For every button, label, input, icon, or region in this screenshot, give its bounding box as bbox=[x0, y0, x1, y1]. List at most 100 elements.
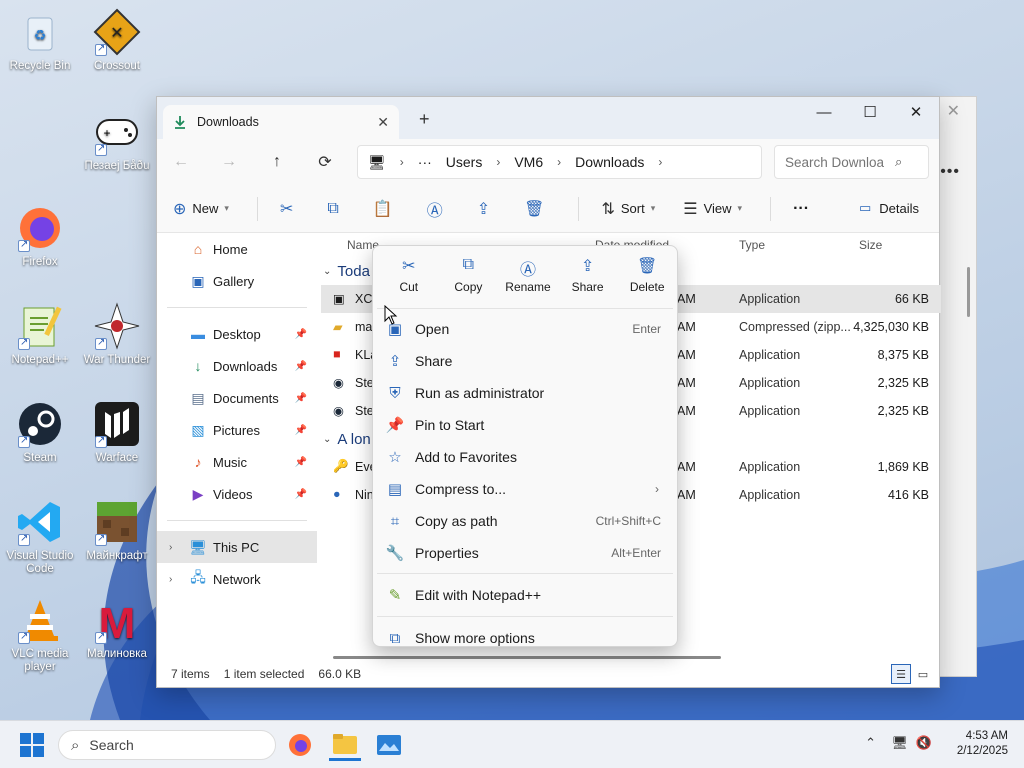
tiles-view-icon[interactable]: ▭ bbox=[913, 664, 933, 684]
more-icon[interactable]: ••• bbox=[940, 163, 960, 181]
pin-icon[interactable]: 📌 bbox=[295, 361, 307, 372]
desktop-icon-recycle-bin[interactable]: ♻ Recycle Bin bbox=[0, 8, 80, 73]
back-arrow-icon[interactable]: ← bbox=[157, 153, 205, 171]
chevron-right-icon[interactable]: › bbox=[169, 574, 172, 585]
horizontal-scrollbar[interactable] bbox=[333, 656, 721, 659]
desktop-icon-vscode[interactable]: Visual Studio Code bbox=[0, 498, 80, 576]
application-icon: 🔑 bbox=[333, 459, 349, 473]
minimize-button[interactable]: — bbox=[801, 97, 847, 127]
refresh-icon[interactable]: ⟳ bbox=[301, 152, 349, 172]
sidebar-item-pictures[interactable]: ▧ Pictures 📌 bbox=[157, 414, 317, 446]
taskbar-app[interactable] bbox=[373, 729, 405, 761]
taskbar-firefox[interactable] bbox=[284, 729, 316, 761]
view-button[interactable]: ☰ View ▾ bbox=[683, 199, 742, 219]
desktop-icon-war-thunder[interactable]: War Thunder bbox=[77, 302, 157, 367]
menu-item-compress-to[interactable]: ▤ Compress to... › bbox=[373, 473, 677, 505]
more-locations-icon[interactable]: ··· bbox=[418, 154, 432, 170]
sidebar-item-videos[interactable]: ▶ Videos 📌 bbox=[157, 478, 317, 510]
sidebar-item-network[interactable]: › 🖧 Network bbox=[157, 563, 317, 595]
search-box[interactable]: ⌕ bbox=[774, 145, 929, 179]
pin-icon[interactable]: 📌 bbox=[295, 393, 307, 404]
view-icon: ☰ bbox=[683, 200, 698, 218]
sort-button[interactable]: ⇅ Sort ▾ bbox=[601, 199, 655, 219]
close-tab-icon[interactable]: ✕ bbox=[377, 114, 389, 131]
desktop-icon-minecraft[interactable]: Майнкрафт bbox=[77, 498, 157, 563]
address-bar[interactable]: 🖥 › ··· Users › VM6 › Downloads › bbox=[357, 145, 762, 179]
sidebar-item-this-pc[interactable]: › 🖥 This PC bbox=[157, 531, 317, 563]
close-button[interactable]: ✕ bbox=[893, 97, 939, 127]
breadcrumb-users[interactable]: Users bbox=[446, 154, 483, 170]
menu-item-share[interactable]: ⇪ Share bbox=[373, 345, 677, 377]
sidebar-item-home[interactable]: ⌂ Home bbox=[157, 233, 317, 265]
pin-icon[interactable]: 📌 bbox=[295, 329, 307, 340]
cut-button[interactable]: ✂ bbox=[280, 199, 299, 219]
menu-item-add-to-favorites[interactable]: ☆ Add to Favorites bbox=[373, 441, 677, 473]
menu-item-edit-notepadpp[interactable]: ✎ Edit with Notepad++ bbox=[373, 578, 677, 612]
volume-muted-icon[interactable]: 🔇 bbox=[916, 735, 932, 751]
menu-item-properties[interactable]: 🔧 Properties Alt+Enter bbox=[373, 537, 677, 569]
context-cut-button[interactable]: ✂ Cut bbox=[379, 246, 439, 304]
desktop-icon-warface[interactable]: Warface bbox=[77, 400, 157, 465]
application-icon: ▣ bbox=[333, 292, 345, 306]
start-button[interactable] bbox=[20, 733, 44, 757]
context-delete-button[interactable]: 🗑 Delete bbox=[617, 246, 677, 304]
desktop-icon-vlc[interactable]: VLC media player bbox=[0, 596, 80, 674]
desktop-icon-crossout[interactable]: ✕ Crossout bbox=[77, 8, 157, 73]
paste-button[interactable]: 📋 bbox=[373, 199, 399, 219]
details-view-icon[interactable]: ☰ bbox=[891, 664, 911, 684]
taskbar-file-explorer[interactable] bbox=[329, 729, 361, 761]
desktop-icon-steam[interactable]: Steam bbox=[0, 400, 80, 465]
context-copy-button[interactable]: ⧉ Copy bbox=[439, 246, 499, 304]
scrollbar[interactable] bbox=[967, 267, 970, 317]
sidebar-item-documents[interactable]: ▤ Documents 📌 bbox=[157, 382, 317, 414]
sidebar-item-downloads[interactable]: ↓ Downloads 📌 bbox=[157, 350, 317, 382]
folder-icon bbox=[333, 733, 357, 754]
breadcrumb-vm6[interactable]: VM6 bbox=[514, 154, 543, 170]
menu-item-show-more[interactable]: ⧉ Show more options bbox=[373, 621, 677, 655]
menu-item-open[interactable]: ▣ Open Enter bbox=[373, 313, 677, 345]
forward-arrow-icon[interactable]: → bbox=[205, 153, 253, 171]
more-options-button[interactable]: ··· bbox=[793, 200, 809, 218]
search-input[interactable] bbox=[785, 154, 895, 170]
context-rename-button[interactable]: Ⓐ Rename bbox=[498, 246, 558, 304]
system-clock[interactable]: 4:53 AM 2/12/2025 bbox=[957, 729, 1008, 759]
context-share-button[interactable]: ⇪ Share bbox=[558, 246, 618, 304]
menu-item-copy-as-path[interactable]: ⌗ Copy as path Ctrl+Shift+C bbox=[373, 505, 677, 537]
sidebar-item-desktop[interactable]: ▬ Desktop 📌 bbox=[157, 318, 317, 350]
rename-icon: Ⓐ bbox=[426, 202, 443, 220]
column-size[interactable]: Size bbox=[859, 238, 882, 252]
details-button[interactable]: ▭ Details bbox=[859, 200, 919, 216]
pin-icon[interactable]: 📌 bbox=[295, 457, 307, 468]
pin-icon[interactable]: 📌 bbox=[295, 425, 307, 436]
delete-button[interactable]: 🗑 bbox=[524, 199, 550, 219]
desktop-icon-game[interactable]: + Пезаеј Бåðu bbox=[77, 108, 157, 173]
taskbar-search[interactable]: ⌕ Search bbox=[58, 730, 276, 760]
rename-button[interactable]: Ⓐ bbox=[427, 197, 449, 221]
pin-icon[interactable]: 📌 bbox=[295, 489, 307, 500]
selection-count: 1 item selected bbox=[223, 667, 305, 681]
chevron-right-icon: › bbox=[655, 482, 659, 496]
trash-icon: 🗑 bbox=[524, 200, 545, 218]
desktop-icon-firefox[interactable]: Firefox bbox=[0, 204, 80, 269]
breadcrumb-downloads[interactable]: Downloads bbox=[575, 154, 644, 170]
menu-item-run-as-admin[interactable]: ⛨ Run as administrator bbox=[373, 377, 677, 409]
sidebar-item-gallery[interactable]: ▣ Gallery bbox=[157, 265, 317, 297]
network-icon[interactable]: 🖥 bbox=[891, 735, 908, 751]
copy-button[interactable]: ⧉ bbox=[327, 200, 344, 218]
recycle-bin-icon: ♻ bbox=[27, 17, 53, 51]
share-button[interactable]: ⇪ bbox=[477, 199, 496, 219]
menu-item-pin-to-start[interactable]: 📌 Pin to Start bbox=[373, 409, 677, 441]
new-button[interactable]: ⊕ New ▾ bbox=[173, 199, 229, 219]
desktop-icon-notepadpp[interactable]: Notepad++ bbox=[0, 302, 80, 367]
up-arrow-icon[interactable]: ↑ bbox=[253, 153, 301, 171]
tab-downloads[interactable]: Downloads ✕ bbox=[163, 105, 399, 139]
close-icon[interactable]: ✕ bbox=[947, 101, 960, 121]
sidebar-item-music[interactable]: ♪ Music 📌 bbox=[157, 446, 317, 478]
new-tab-button[interactable]: + bbox=[419, 109, 430, 130]
column-type[interactable]: Type bbox=[739, 238, 765, 252]
chevron-up-icon[interactable]: ⌃ bbox=[865, 735, 876, 751]
maximize-button[interactable]: ☐ bbox=[847, 97, 893, 127]
desktop-icon-malinovka[interactable]: M Малиновка bbox=[77, 596, 157, 661]
search-icon: ⌕ bbox=[71, 736, 80, 754]
chevron-right-icon[interactable]: › bbox=[169, 542, 172, 553]
